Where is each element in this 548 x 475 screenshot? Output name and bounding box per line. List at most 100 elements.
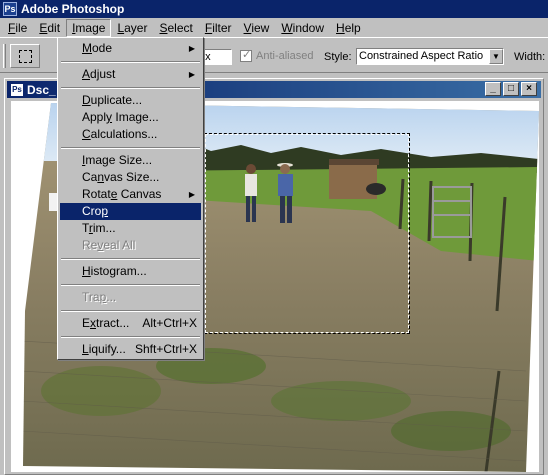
chevron-down-icon[interactable]: ▼ bbox=[489, 49, 503, 64]
menu-separator bbox=[60, 332, 201, 341]
menu-label-rest: elp bbox=[344, 20, 361, 35]
menu-label-rest: iew bbox=[251, 20, 270, 35]
label-pre: Rotat bbox=[82, 187, 111, 201]
menu-separator bbox=[60, 254, 201, 263]
menu-item-label: Trap... bbox=[82, 290, 116, 304]
image-menu-item-image-size[interactable]: Image Size... bbox=[60, 152, 201, 169]
document-title: Dsc_ bbox=[27, 82, 56, 97]
image-menu-item-apply-image[interactable]: Apply Image... bbox=[60, 109, 201, 126]
menu-image[interactable]: Image bbox=[66, 18, 112, 37]
label-post: iquify... bbox=[88, 342, 126, 356]
image-menu-item-duplicate[interactable]: Duplicate... bbox=[60, 92, 201, 109]
image-menu-item-liquify[interactable]: Liquify... Shft+Ctrl+X bbox=[60, 341, 201, 358]
label-mnemonic: M bbox=[82, 41, 92, 55]
menu-item-label: Reveal All bbox=[82, 238, 135, 252]
menu-item-label: Rotate Canvas bbox=[82, 187, 161, 201]
menu-item-label: Extract... bbox=[82, 316, 129, 330]
menu-item-label: Adjust bbox=[82, 67, 115, 81]
maximize-button[interactable]: □ bbox=[503, 82, 519, 96]
menu-filter[interactable]: Filter bbox=[199, 19, 238, 37]
label-post: tract... bbox=[96, 316, 130, 330]
menu-shortcut: Alt+Ctrl+X bbox=[142, 316, 197, 330]
image-menu-item-extract[interactable]: Extract... Alt+Ctrl+X bbox=[60, 315, 201, 332]
image-menu-item-mode[interactable]: Mode ▶ bbox=[60, 40, 201, 57]
style-select-value: Constrained Aspect Ratio bbox=[359, 50, 484, 62]
menu-item-label: Duplicate... bbox=[82, 93, 142, 107]
submenu-arrow-icon: ▶ bbox=[188, 44, 195, 53]
image-menu-item-adjust[interactable]: Adjust ▶ bbox=[60, 66, 201, 83]
menu-item-label: Image Size... bbox=[82, 153, 152, 167]
image-menu-item-calculations[interactable]: Calculations... bbox=[60, 126, 201, 143]
image-menu-item-crop[interactable]: Crop bbox=[60, 203, 201, 220]
menu-label-rest: elect bbox=[167, 20, 193, 35]
menu-item-label: Trim... bbox=[82, 221, 116, 235]
label-post: vas Size... bbox=[104, 170, 160, 184]
anti-aliased-option[interactable]: Anti-aliased bbox=[240, 48, 313, 62]
width-label: Width: bbox=[514, 51, 546, 63]
rectangular-marquee-tool-icon[interactable] bbox=[10, 44, 40, 68]
menu-item-label: Mode bbox=[82, 41, 112, 55]
menu-view[interactable]: View bbox=[238, 19, 276, 37]
label-pre: T bbox=[82, 221, 89, 235]
style-label: Style: bbox=[324, 51, 352, 63]
menu-label-rest: mage bbox=[75, 20, 106, 35]
label-mnemonic: p bbox=[101, 204, 109, 218]
menu-select[interactable]: Select bbox=[153, 19, 198, 37]
document-icon: Ps bbox=[11, 83, 23, 96]
menu-help[interactable]: Help bbox=[330, 19, 367, 37]
minimize-button[interactable]: _ bbox=[485, 82, 501, 96]
style-select[interactable]: Constrained Aspect Ratio ▼ bbox=[356, 48, 504, 65]
image-menu-item-histogram[interactable]: Histogram... bbox=[60, 263, 201, 280]
menu-label-rest: ilter bbox=[212, 20, 232, 35]
label-pre: Tra bbox=[82, 290, 100, 304]
close-button[interactable]: × bbox=[521, 82, 537, 96]
menu-layer[interactable]: Layer bbox=[111, 19, 153, 37]
label-post: ... bbox=[106, 290, 117, 304]
image-menu-item-trap: Trap... bbox=[60, 289, 201, 306]
label-mnemonic: A bbox=[82, 67, 91, 81]
menu-label-rest: dit bbox=[47, 20, 61, 35]
menu-bar: File Edit Image Layer Select Filter View Window… bbox=[0, 18, 548, 37]
label-post: Canvas bbox=[117, 187, 162, 201]
menu-label-rest: indow bbox=[292, 20, 325, 35]
image-menu-item-reveal-all: Reveal All bbox=[60, 237, 201, 254]
label-post: ode bbox=[92, 41, 113, 55]
label-pre: Ca bbox=[82, 170, 98, 184]
app-title-bar: Ps Adobe Photoshop bbox=[0, 0, 548, 18]
menu-separator bbox=[60, 143, 201, 152]
label-post: djust bbox=[90, 67, 116, 81]
menu-shortcut: Shft+Ctrl+X bbox=[134, 342, 197, 356]
label-mnemonic: L bbox=[82, 342, 89, 356]
image-menu-item-rotate-canvas[interactable]: Rotate Canvas ▶ bbox=[60, 186, 201, 203]
label-mnemonic: C bbox=[82, 127, 91, 141]
label-pre: Appl bbox=[82, 110, 107, 124]
menu-item-label: Canvas Size... bbox=[82, 170, 159, 184]
anti-aliased-checkbox[interactable] bbox=[240, 48, 252, 62]
image-menu-item-canvas-size[interactable]: Canvas Size... bbox=[60, 169, 201, 186]
label-post: Image... bbox=[112, 110, 159, 124]
photoshop-icon[interactable]: Ps bbox=[3, 2, 17, 16]
options-bar-grip[interactable] bbox=[3, 44, 6, 68]
label-pre: Re bbox=[82, 238, 98, 252]
menu-label-rest: ayer bbox=[124, 20, 148, 35]
menu-separator bbox=[60, 280, 201, 289]
submenu-arrow-icon: ▶ bbox=[188, 190, 195, 199]
label-mnemonic: H bbox=[82, 264, 91, 278]
menu-edit[interactable]: Edit bbox=[33, 19, 66, 37]
label-post: eal All bbox=[103, 238, 136, 252]
label-pre: Cro bbox=[82, 204, 102, 218]
menu-label-rest: ile bbox=[15, 20, 28, 35]
menu-file[interactable]: File bbox=[2, 19, 33, 37]
menu-separator bbox=[60, 57, 201, 66]
menu-mnemonic: H bbox=[336, 20, 345, 35]
label-post: im... bbox=[92, 221, 116, 235]
label-post: alculations... bbox=[90, 127, 158, 141]
label-post: mage Size... bbox=[85, 153, 153, 167]
menu-window[interactable]: Window bbox=[275, 19, 330, 37]
label-pre: E bbox=[82, 316, 91, 330]
menu-mnemonic: W bbox=[281, 20, 293, 35]
menu-item-label: Crop bbox=[82, 204, 108, 218]
image-menu-item-trim[interactable]: Trim... bbox=[60, 220, 201, 237]
selection-marquee[interactable] bbox=[204, 133, 410, 334]
app-title: Adobe Photoshop bbox=[21, 2, 125, 16]
